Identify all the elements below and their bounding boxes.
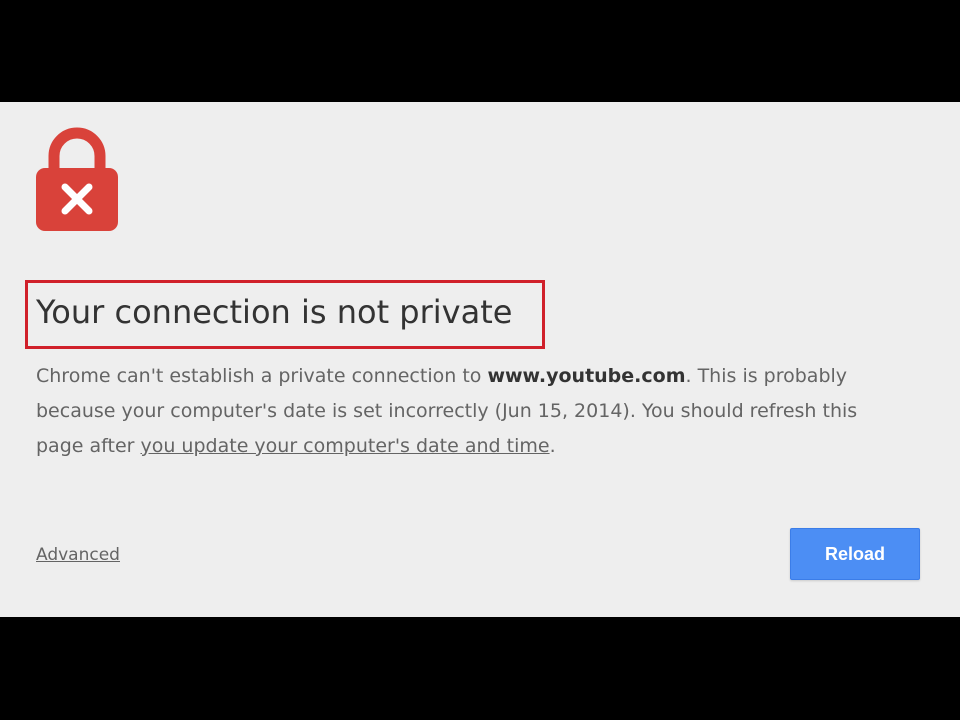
lock-with-x-icon	[36, 127, 118, 231]
letterbox-top	[0, 0, 960, 102]
message-text: .	[549, 435, 556, 457]
error-message: Chrome can't establish a private connect…	[36, 359, 886, 464]
reload-button[interactable]: Reload	[790, 528, 920, 580]
domain-name: www.youtube.com	[487, 365, 686, 387]
advanced-link[interactable]: Advanced	[36, 544, 120, 566]
page-title: Your connection is not private	[36, 293, 513, 331]
update-date-time-link[interactable]: you update your computer's date and time	[140, 435, 549, 457]
message-text: Chrome can't establish a private connect…	[36, 365, 488, 387]
letterbox-bottom	[0, 617, 960, 720]
interstitial-page: Your connection is not private Chrome ca…	[0, 102, 960, 617]
